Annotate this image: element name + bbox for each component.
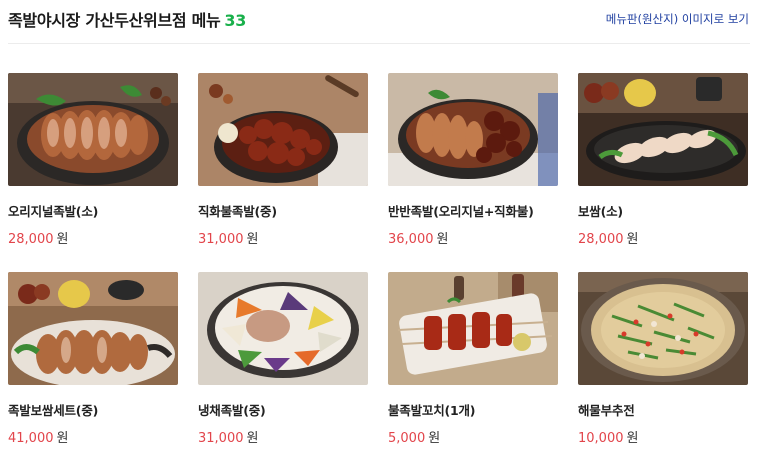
menu-item-card[interactable]: 족발보쌈세트(중) 41,000 원 bbox=[8, 272, 180, 446]
menu-item-name: 직화불족발(중) bbox=[198, 204, 277, 219]
menu-item-photo[interactable] bbox=[578, 272, 748, 385]
page-title: 족발야시장 가산두산위브점 메뉴 33 bbox=[8, 7, 246, 31]
restaurant-menu-title: 족발야시장 가산두산위브점 메뉴 bbox=[8, 11, 221, 30]
menu-item-price: 31,000 원 bbox=[198, 431, 259, 446]
menu-item-photo[interactable] bbox=[8, 73, 178, 186]
menu-item-card[interactable]: 오리지널족발(소) 28,000 원 bbox=[8, 73, 180, 247]
menu-item-price: 28,000 원 bbox=[578, 232, 639, 247]
menu-item-name: 보쌈(소) bbox=[578, 204, 623, 219]
menu-item-photo[interactable] bbox=[198, 73, 368, 186]
menu-item-price: 36,000 원 bbox=[388, 232, 449, 247]
menu-item-price: 31,000 원 bbox=[198, 232, 259, 247]
menu-item-photo[interactable] bbox=[8, 272, 178, 385]
menu-item-price: 41,000 원 bbox=[8, 431, 69, 446]
menu-board-image-link[interactable]: 메뉴판(원산지) 이미지로 보기 bbox=[606, 11, 749, 27]
menu-item-price: 10,000 원 bbox=[578, 431, 639, 446]
menu-item-card[interactable]: 직화불족발(중) 31,000 원 bbox=[198, 73, 370, 247]
menu-item-photo[interactable] bbox=[578, 73, 748, 186]
menu-item-name: 해물부추전 bbox=[578, 403, 635, 418]
menu-header: 족발야시장 가산두산위브점 메뉴 33 메뉴판(원산지) 이미지로 보기 bbox=[0, 0, 773, 44]
menu-item-card[interactable]: 반반족발(오리지널+직화불) 36,000 원 bbox=[388, 73, 560, 247]
menu-count: 33 bbox=[224, 11, 247, 30]
menu-item-photo[interactable] bbox=[388, 73, 558, 186]
menu-item-name: 반반족발(오리지널+직화불) bbox=[388, 204, 534, 219]
menu-item-card[interactable]: 냉채족발(중) 31,000 원 bbox=[198, 272, 370, 446]
header-divider bbox=[8, 43, 750, 44]
menu-item-name: 냉채족발(중) bbox=[198, 403, 266, 418]
menu-item-photo[interactable] bbox=[388, 272, 558, 385]
menu-item-name: 오리지널족발(소) bbox=[8, 204, 99, 219]
menu-item-photo[interactable] bbox=[198, 272, 368, 385]
menu-item-name: 족발보쌈세트(중) bbox=[8, 403, 99, 418]
menu-item-card[interactable]: 해물부추전 10,000 원 bbox=[578, 272, 750, 446]
menu-item-card[interactable]: 보쌈(소) 28,000 원 bbox=[578, 73, 750, 247]
menu-item-card[interactable]: 불족발꼬치(1개) 5,000 원 bbox=[388, 272, 560, 446]
menu-item-name: 불족발꼬치(1개) bbox=[388, 403, 476, 418]
menu-item-price: 5,000 원 bbox=[388, 431, 441, 446]
menu-item-price: 28,000 원 bbox=[8, 232, 69, 247]
